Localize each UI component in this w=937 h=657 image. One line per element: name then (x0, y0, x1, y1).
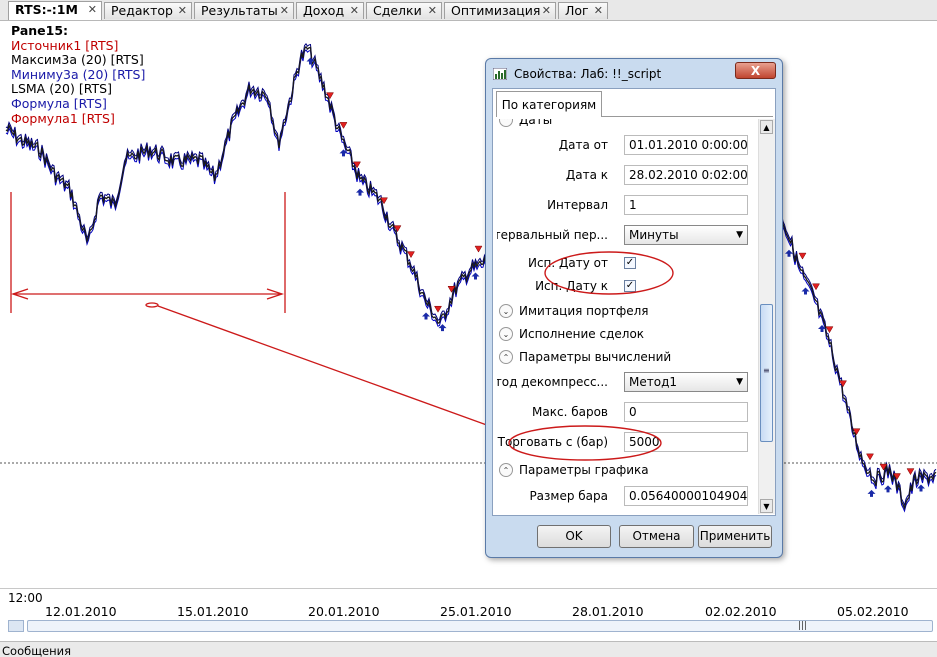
close-icon[interactable]: ✕ (88, 2, 97, 18)
tab-underline (602, 116, 773, 117)
tab-label: Редактор (111, 3, 173, 18)
axis-date-label: 28.01.2010 (572, 604, 644, 619)
property-grid: ⌃ Даты Дата от 01.01.2010 0:00:00 Дата к… (497, 119, 760, 514)
close-icon[interactable]: ✕ (350, 3, 359, 19)
sell-signal-marker (407, 251, 415, 259)
sell-signal-marker (839, 380, 847, 388)
close-icon[interactable]: ✕ (428, 3, 437, 19)
chart-legend: Pane15: Источник1 [RTS] Максим3а (20) [RT… (11, 23, 146, 126)
buy-signal-marker (422, 312, 430, 320)
scroll-left-button[interactable] (8, 620, 24, 632)
close-icon[interactable]: ✕ (542, 3, 551, 19)
tab-log[interactable]: Лог ✕ (558, 2, 608, 19)
sell-signal-marker (474, 245, 483, 253)
chart-icon (493, 68, 507, 80)
messages-label: Сообщения (2, 644, 72, 657)
legend-item: Формула1 [RTS] (11, 110, 115, 126)
horizontal-scrollbar[interactable]: ||| (27, 620, 933, 632)
tab-results[interactable]: Результаты ✕ (194, 2, 294, 19)
tab-income[interactable]: Доход ✕ (296, 2, 364, 19)
tab-label: RTS:-:1M (15, 2, 78, 17)
properties-dialog: Свойства: Лаб: !!_script X По категориям… (485, 58, 783, 558)
price-series-layer (5, 42, 937, 513)
apply-button[interactable]: Применить (698, 525, 772, 548)
dialog-title: Свойства: Лаб: !!_script (514, 67, 662, 81)
highlight-ellipse-trade-from (508, 425, 662, 461)
buy-signal-marker (356, 188, 364, 196)
tab-by-category[interactable]: По категориям (496, 91, 602, 117)
tab-label: Результаты (201, 3, 278, 18)
close-icon[interactable]: ✕ (178, 3, 187, 19)
sell-signal-marker (339, 122, 348, 129)
buy-signal-marker (339, 149, 348, 157)
property-grid-scrollbar[interactable]: ▲ ≡ ▼ (758, 119, 775, 514)
axis-time-label: 12:00 (8, 591, 43, 605)
min-series-line (5, 48, 937, 513)
tab-bar: RTS:-:1M ✕ Редактор ✕ Результаты ✕ Доход ✕ С… (0, 0, 937, 21)
sell-signal-marker (906, 468, 915, 476)
scroll-grip-icon: ||| (798, 621, 808, 631)
sell-signal-marker (434, 305, 442, 313)
legend-item: Максим3а (20) [RTS] (11, 52, 144, 68)
pane-title: Pane15: (11, 23, 69, 38)
max-series-line (5, 42, 937, 507)
tab-label: Оптимизация (451, 3, 541, 18)
tab-label: Сделки (373, 3, 422, 18)
sell-signal-marker (825, 326, 834, 334)
grip-icon: ≡ (763, 366, 770, 375)
tab-label: Доход (303, 3, 345, 18)
buy-signal-marker (884, 485, 892, 493)
messages-panel-header[interactable]: Сообщения (0, 641, 937, 657)
ok-button[interactable]: OK (537, 525, 611, 548)
dialog-body: По категориям ⌃ Даты Дата от 01.01.2010 … (492, 88, 776, 516)
axis-date-label: 02.02.2010 (705, 604, 777, 619)
time-axis: 12:00 12.01.2010 15.01.2010 20.01.2010 2… (0, 588, 937, 622)
annotation-anchor (145, 302, 159, 308)
buy-signal-marker (867, 489, 876, 497)
tab-optimization[interactable]: Оптимизация ✕ (444, 2, 556, 19)
sell-signal-marker (866, 453, 874, 461)
tab-editor[interactable]: Редактор ✕ (104, 2, 192, 19)
scroll-thumb[interactable]: ≡ (760, 304, 773, 442)
dialog-close-button[interactable]: X (735, 62, 776, 79)
close-icon[interactable]: ✕ (594, 3, 603, 19)
legend-item: LSMA (20) [RTS] (11, 81, 112, 97)
sell-signal-marker (798, 252, 807, 260)
tab-trades[interactable]: Сделки ✕ (366, 2, 442, 19)
axis-date-label: 12.01.2010 (45, 604, 117, 619)
legend-item: Источник1 [RTS] (11, 37, 119, 53)
axis-date-label: 05.02.2010 (837, 604, 909, 619)
cancel-button[interactable]: Отмена (619, 525, 694, 548)
buy-signal-marker (471, 272, 480, 280)
axis-date-label: 25.01.2010 (440, 604, 512, 619)
scroll-down-icon[interactable]: ▼ (760, 499, 773, 513)
sell-signal-marker (812, 283, 820, 291)
scroll-up-icon[interactable]: ▲ (760, 120, 773, 134)
tab-rts-chart[interactable]: RTS:-:1M ✕ (8, 1, 102, 20)
buy-signal-marker (917, 484, 925, 492)
annotation-pointer-line (157, 305, 518, 437)
buy-signal-marker (785, 249, 793, 257)
price-series-line (5, 45, 937, 511)
legend-item: Формула [RTS] (11, 95, 107, 111)
axis-date-label: 15.01.2010 (177, 604, 249, 619)
annotation-ellipses (508, 251, 674, 461)
axis-date-label: 20.01.2010 (308, 604, 380, 619)
tab-label: Лог (565, 3, 589, 18)
legend-item: Миниму3а (20) [RTS] (11, 66, 146, 82)
buy-signal-marker (801, 287, 810, 295)
highlight-ellipse-date-flags (544, 251, 674, 295)
close-icon[interactable]: ✕ (280, 3, 289, 19)
